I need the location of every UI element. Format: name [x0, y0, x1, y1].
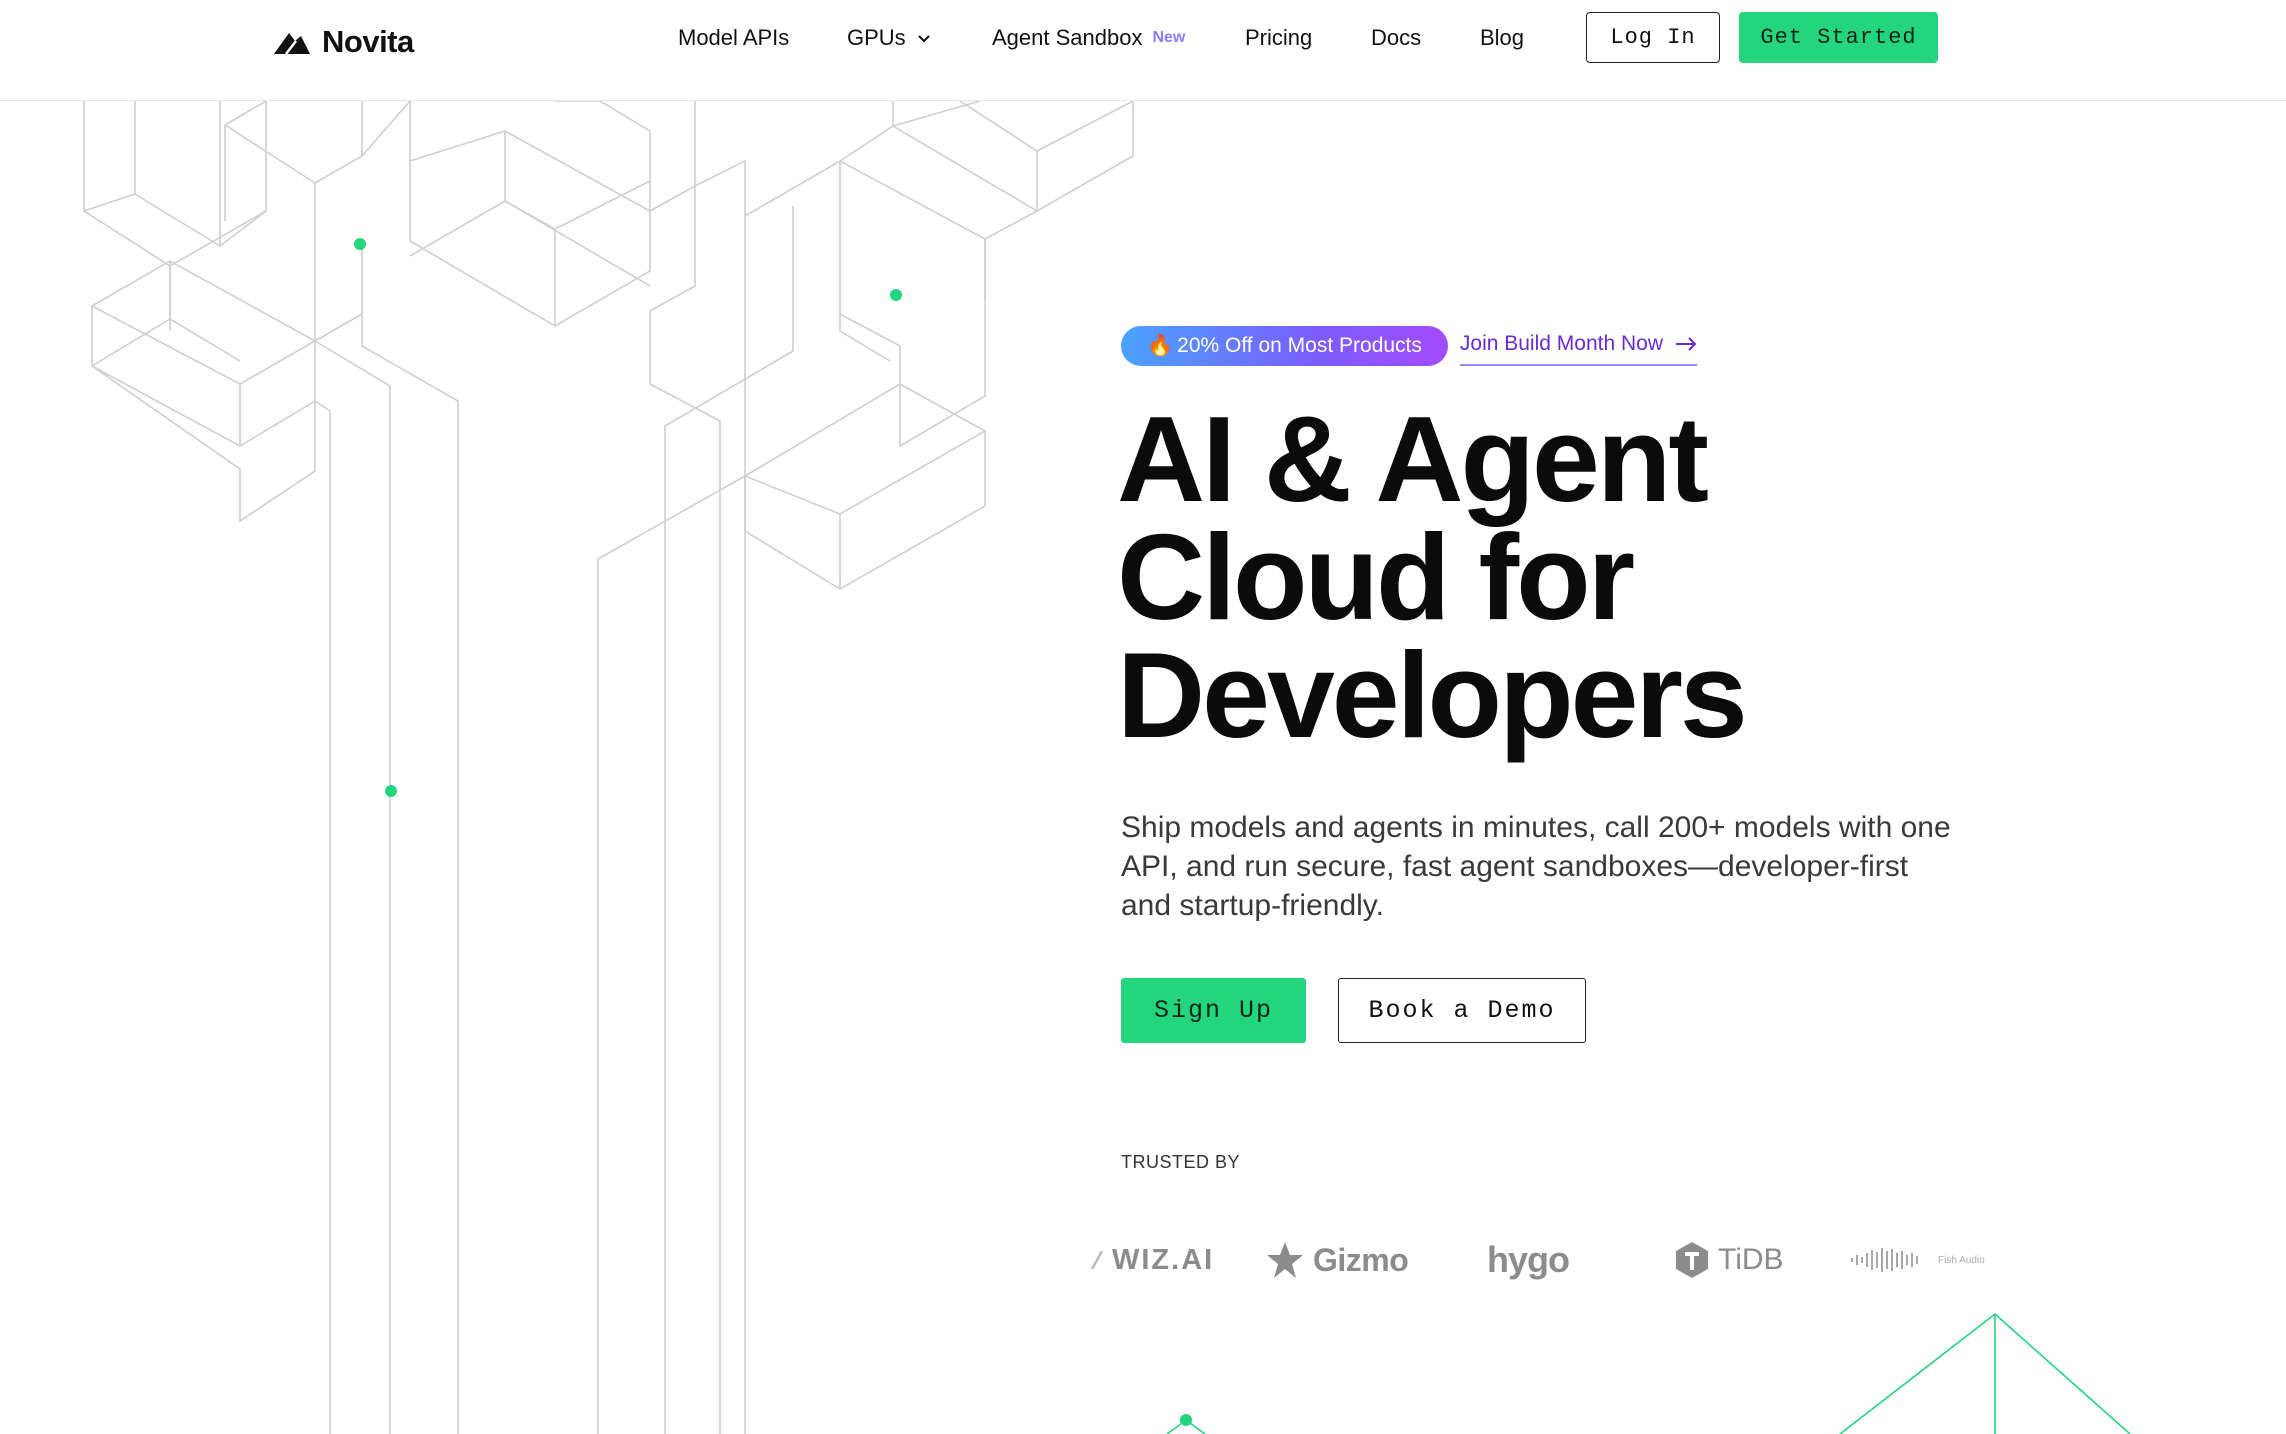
brand-logo[interactable]: Novita — [272, 22, 414, 62]
nav-item-agent-sandbox[interactable]: Agent Sandbox New — [992, 22, 1185, 54]
nav-label: GPUs — [847, 25, 906, 50]
headline-line-1: AI & Agent — [1117, 391, 1709, 527]
headline-line-3: Developers — [1117, 627, 1748, 763]
partner-logos: WIZ.AI Gizmo hygo TiDB Fish Audio — [1090, 1225, 2010, 1295]
sign-up-button[interactable]: Sign Up — [1121, 978, 1306, 1043]
audio-wave-icon — [1851, 1248, 1918, 1272]
nav-label: Model APIs — [678, 25, 790, 50]
isometric-background-art — [83, 101, 1134, 1434]
partner-logo-hygo: hygo — [1487, 1225, 1570, 1295]
headline-line-2: Cloud for — [1117, 509, 1635, 645]
nav-label: Blog — [1480, 25, 1525, 50]
novita-logo-icon — [274, 33, 310, 55]
nav-item-blog[interactable]: Blog — [1480, 22, 1524, 54]
wiz-mark-icon — [1090, 1250, 1104, 1270]
nav-label: Docs — [1371, 25, 1422, 50]
nav-item-docs[interactable]: Docs — [1371, 22, 1421, 54]
trusted-by-label: TRUSTED BY — [1121, 1152, 1241, 1172]
nav-label: Agent Sandbox — [992, 25, 1143, 50]
fire-icon: 🔥 — [1147, 334, 1174, 357]
hero-subtitle: Ship models and agents in minutes, call … — [1121, 811, 1951, 922]
star-icon — [1267, 1242, 1303, 1278]
build-month-link-text: Join Build Month Now — [1459, 332, 1663, 355]
partner-logo-fish-audio: Fish Audio — [1850, 1225, 1985, 1295]
book-demo-button[interactable]: Book a Demo — [1338, 978, 1586, 1043]
arrow-right-icon — [1676, 337, 1697, 351]
nav-item-model-apis[interactable]: Model APIs — [678, 22, 789, 54]
bottom-line-art — [1166, 1312, 2131, 1434]
partner-name: TiDB — [1718, 1243, 1784, 1276]
hero-headline: AI & Agent Cloud for Developers — [1117, 391, 1997, 763]
site-header: Novita Model APIs GPUs Agent Sandbox New… — [0, 0, 2286, 101]
partner-logo-gizmo: Gizmo — [1265, 1225, 1409, 1295]
new-badge: New — [1152, 29, 1186, 46]
nav-item-gpus[interactable]: GPUs — [847, 22, 932, 54]
chevron-down-icon — [917, 35, 930, 43]
discount-badge[interactable]: 🔥 20% Off on Most Products — [1121, 326, 1448, 366]
build-month-link[interactable]: Join Build Month Now — [1459, 326, 1697, 366]
brand-name: Novita — [322, 24, 414, 59]
get-started-button[interactable]: Get Started — [1739, 12, 1938, 63]
partner-logo-tidb: TiDB — [1674, 1225, 1784, 1295]
nav-label: Pricing — [1245, 25, 1313, 50]
login-button[interactable]: Log In — [1586, 12, 1720, 63]
cta-row: Sign Up Book a Demo — [1121, 978, 1586, 1043]
discount-text: 20% Off on Most Products — [1177, 334, 1422, 357]
partner-name: Gizmo — [1313, 1241, 1409, 1278]
partner-name: WIZ.AI — [1112, 1243, 1215, 1276]
partner-name: hygo — [1487, 1239, 1570, 1280]
tidb-hexagon-icon — [1676, 1242, 1708, 1278]
partner-name: Fish Audio — [1938, 1254, 1985, 1266]
promo-row: 🔥 20% Off on Most Products Join Build Mo… — [1121, 326, 1697, 366]
nav-item-pricing[interactable]: Pricing — [1245, 22, 1312, 54]
partner-logo-wiz: WIZ.AI — [1090, 1225, 1214, 1295]
